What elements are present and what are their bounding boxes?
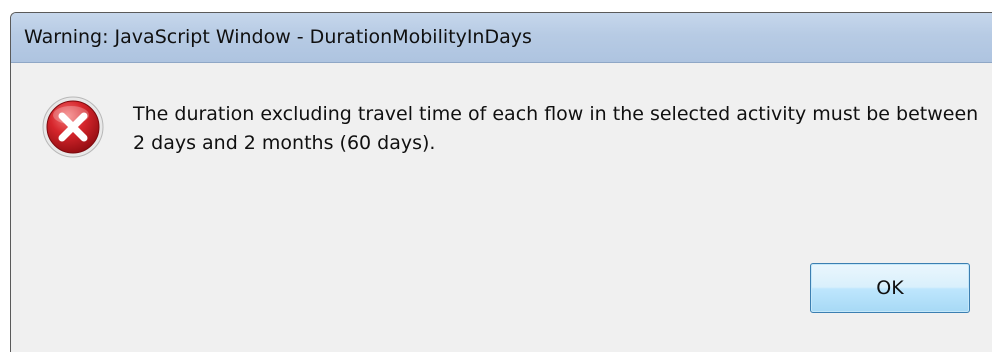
title-bar[interactable]: Warning: JavaScript Window - DurationMob… bbox=[11, 13, 992, 63]
error-message: The duration excluding travel time of ea… bbox=[133, 103, 979, 154]
error-icon bbox=[41, 95, 105, 159]
window-title: Warning: JavaScript Window - DurationMob… bbox=[24, 26, 532, 48]
ok-button[interactable]: OK bbox=[810, 263, 970, 313]
dialog-content: The duration excluding travel time of ea… bbox=[11, 63, 992, 352]
alert-dialog: Warning: JavaScript Window - DurationMob… bbox=[10, 12, 992, 352]
